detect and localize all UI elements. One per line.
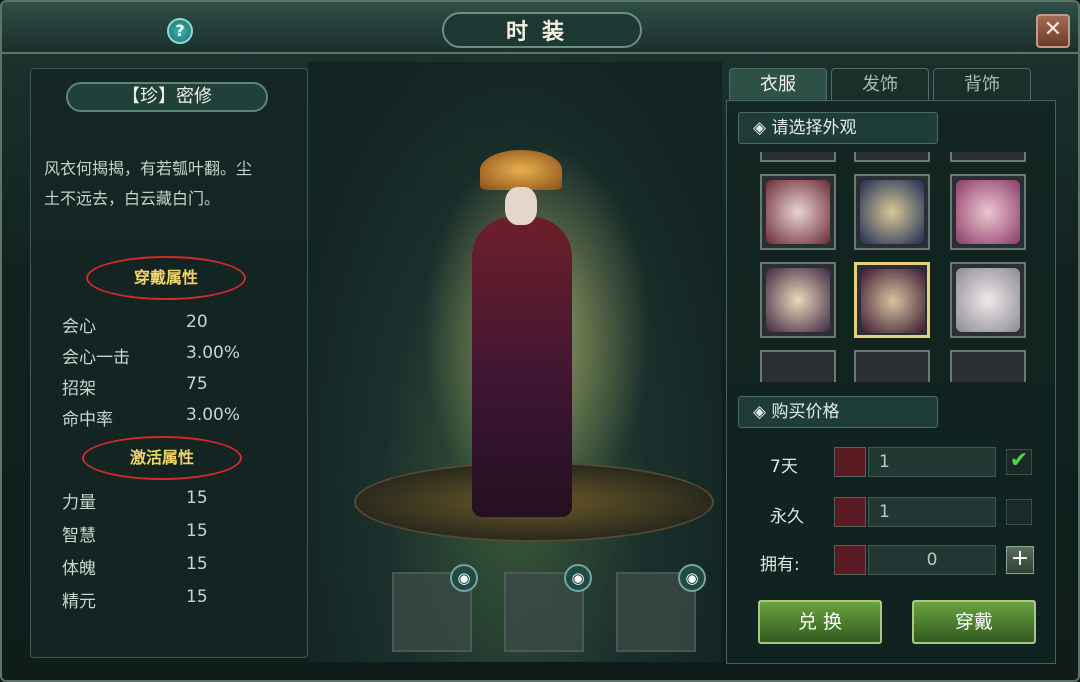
appearance-cell[interactable] — [950, 152, 1026, 162]
attr-value: 15 — [186, 521, 208, 541]
attr-value: 3.00% — [186, 405, 241, 425]
costume-thumb — [766, 268, 830, 332]
appearance-cell[interactable] — [950, 174, 1026, 250]
help-icon[interactable]: ? — [167, 18, 193, 44]
attr-value: 15 — [186, 587, 208, 607]
eye-icon[interactable]: ◉ — [678, 564, 706, 592]
activate-attributes-header: 激活属性 — [82, 436, 242, 480]
appearance-cell[interactable] — [854, 152, 930, 162]
appearance-cell[interactable] — [950, 350, 1026, 382]
check-7day[interactable]: ✔ — [1006, 449, 1032, 475]
appearance-cell[interactable] — [854, 350, 930, 382]
description-line: 土不远去，白云藏白门。 — [44, 189, 221, 208]
attr-value: 20 — [186, 312, 208, 332]
tab-back[interactable]: 背饰 — [933, 68, 1031, 102]
currency-icon — [834, 447, 866, 477]
attr-value: 3.00% — [186, 343, 241, 363]
character-model[interactable] — [472, 217, 572, 517]
appearance-cell[interactable] — [760, 262, 836, 338]
purchase-price-header: ◈ 购买价格 — [738, 396, 938, 428]
tab-hair[interactable]: 发饰 — [831, 68, 929, 102]
costume-thumb — [956, 180, 1020, 244]
attr-value: 75 — [186, 374, 208, 394]
appearance-cell-selected[interactable] — [854, 262, 930, 338]
check-permanent[interactable] — [1006, 499, 1032, 525]
item-name: 【珍】密修 — [66, 82, 268, 112]
owned-value: 0 — [868, 545, 996, 575]
costume-thumb — [860, 180, 924, 244]
price-field: 1 — [868, 497, 996, 527]
character-hat — [480, 150, 562, 190]
fashion-window: 时装 ? ✕ 【珍】密修 风衣何揭揭，有若瓠叶翻。尘 土不远去，白云藏白门。 穿… — [0, 0, 1080, 682]
costume-thumb — [956, 268, 1020, 332]
costume-thumb — [766, 180, 830, 244]
attr-value: 15 — [186, 554, 208, 574]
exchange-button[interactable]: 兑 换 — [758, 600, 882, 644]
costume-thumb — [861, 269, 925, 333]
attr-label: 会心一击 — [62, 348, 130, 368]
price-field: 1 — [868, 447, 996, 477]
select-appearance-header: ◈ 请选择外观 — [738, 112, 938, 144]
add-button[interactable]: + — [1006, 546, 1034, 574]
attr-label: 会心 — [62, 317, 96, 337]
attr-label: 命中率 — [62, 410, 113, 430]
attr-label: 智慧 — [62, 526, 96, 546]
attr-label: 招架 — [62, 379, 96, 399]
duration-label: 7天 — [770, 457, 798, 477]
appearance-cell[interactable] — [950, 262, 1026, 338]
appearance-cell[interactable] — [760, 350, 836, 382]
eye-icon[interactable]: ◉ — [450, 564, 478, 592]
attr-value: 15 — [186, 488, 208, 508]
owned-label: 拥有: — [760, 555, 800, 575]
wear-button[interactable]: 穿戴 — [912, 600, 1036, 644]
tab-clothes[interactable]: 衣服 — [729, 68, 827, 102]
attr-label: 精元 — [62, 592, 96, 612]
appearance-cell[interactable] — [854, 174, 930, 250]
eye-icon[interactable]: ◉ — [564, 564, 592, 592]
attr-label: 体魄 — [62, 559, 96, 579]
description-line: 风衣何揭揭，有若瓠叶翻。尘 — [44, 159, 253, 178]
character-head — [505, 187, 537, 225]
appearance-cell[interactable] — [760, 152, 836, 162]
item-description: 风衣何揭揭，有若瓠叶翻。尘 土不远去，白云藏白门。 — [44, 154, 300, 214]
wear-attributes-header: 穿戴属性 — [86, 256, 246, 300]
close-button[interactable]: ✕ — [1036, 14, 1070, 48]
currency-icon — [834, 545, 866, 575]
attr-label: 力量 — [62, 493, 96, 513]
currency-icon — [834, 497, 866, 527]
window-title: 时装 — [505, 20, 578, 45]
duration-label: 永久 — [770, 507, 804, 527]
appearance-cell[interactable] — [760, 174, 836, 250]
